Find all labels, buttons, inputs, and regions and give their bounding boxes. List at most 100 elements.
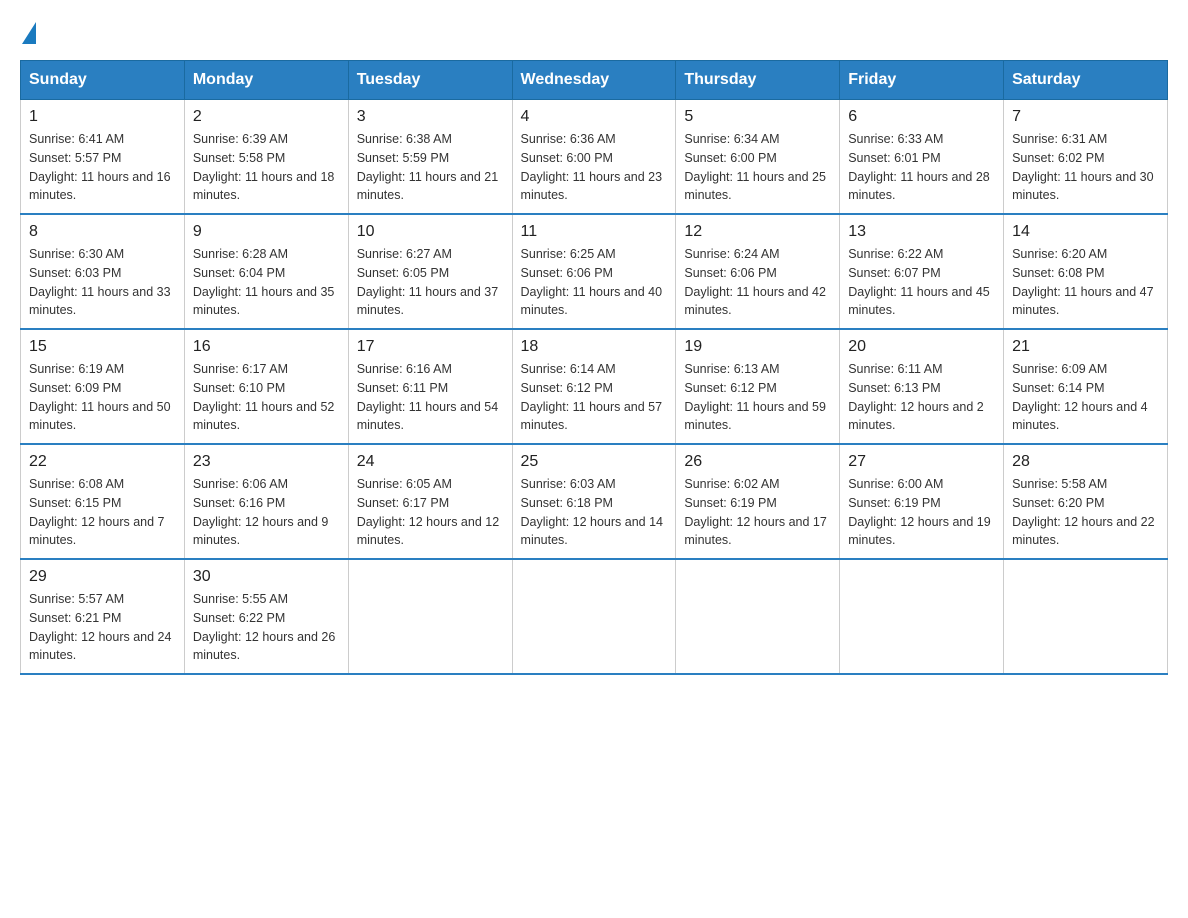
calendar-cell: 16 Sunrise: 6:17 AMSunset: 6:10 PMDaylig… — [184, 329, 348, 444]
calendar-cell: 27 Sunrise: 6:00 AMSunset: 6:19 PMDaylig… — [840, 444, 1004, 559]
calendar-cell: 19 Sunrise: 6:13 AMSunset: 6:12 PMDaylig… — [676, 329, 840, 444]
calendar-cell: 17 Sunrise: 6:16 AMSunset: 6:11 PMDaylig… — [348, 329, 512, 444]
day-info: Sunrise: 6:16 AMSunset: 6:11 PMDaylight:… — [357, 362, 499, 432]
day-info: Sunrise: 5:55 AMSunset: 6:22 PMDaylight:… — [193, 592, 335, 662]
day-info: Sunrise: 6:09 AMSunset: 6:14 PMDaylight:… — [1012, 362, 1148, 432]
day-info: Sunrise: 6:06 AMSunset: 6:16 PMDaylight:… — [193, 477, 329, 547]
calendar-cell: 23 Sunrise: 6:06 AMSunset: 6:16 PMDaylig… — [184, 444, 348, 559]
calendar-cell: 13 Sunrise: 6:22 AMSunset: 6:07 PMDaylig… — [840, 214, 1004, 329]
day-number: 10 — [357, 223, 504, 241]
calendar-cell: 4 Sunrise: 6:36 AMSunset: 6:00 PMDayligh… — [512, 100, 676, 215]
calendar-cell: 2 Sunrise: 6:39 AMSunset: 5:58 PMDayligh… — [184, 100, 348, 215]
day-info: Sunrise: 6:19 AMSunset: 6:09 PMDaylight:… — [29, 362, 171, 432]
calendar-week-row: 22 Sunrise: 6:08 AMSunset: 6:15 PMDaylig… — [21, 444, 1168, 559]
day-number: 1 — [29, 108, 176, 126]
day-info: Sunrise: 6:34 AMSunset: 6:00 PMDaylight:… — [684, 132, 826, 202]
day-number: 19 — [684, 338, 831, 356]
day-info: Sunrise: 6:39 AMSunset: 5:58 PMDaylight:… — [193, 132, 335, 202]
day-info: Sunrise: 6:24 AMSunset: 6:06 PMDaylight:… — [684, 247, 826, 317]
day-number: 27 — [848, 453, 995, 471]
day-number: 5 — [684, 108, 831, 126]
day-info: Sunrise: 6:13 AMSunset: 6:12 PMDaylight:… — [684, 362, 826, 432]
day-info: Sunrise: 6:31 AMSunset: 6:02 PMDaylight:… — [1012, 132, 1154, 202]
day-number: 8 — [29, 223, 176, 241]
page-header — [20, 20, 1168, 42]
calendar-cell: 24 Sunrise: 6:05 AMSunset: 6:17 PMDaylig… — [348, 444, 512, 559]
day-number: 15 — [29, 338, 176, 356]
day-number: 9 — [193, 223, 340, 241]
calendar-cell: 5 Sunrise: 6:34 AMSunset: 6:00 PMDayligh… — [676, 100, 840, 215]
day-info: Sunrise: 6:05 AMSunset: 6:17 PMDaylight:… — [357, 477, 499, 547]
day-number: 16 — [193, 338, 340, 356]
day-info: Sunrise: 6:27 AMSunset: 6:05 PMDaylight:… — [357, 247, 499, 317]
day-number: 17 — [357, 338, 504, 356]
calendar-week-row: 29 Sunrise: 5:57 AMSunset: 6:21 PMDaylig… — [21, 559, 1168, 674]
day-number: 11 — [521, 223, 668, 241]
calendar-week-row: 1 Sunrise: 6:41 AMSunset: 5:57 PMDayligh… — [21, 100, 1168, 215]
day-info: Sunrise: 6:33 AMSunset: 6:01 PMDaylight:… — [848, 132, 990, 202]
day-info: Sunrise: 6:14 AMSunset: 6:12 PMDaylight:… — [521, 362, 663, 432]
day-number: 29 — [29, 568, 176, 586]
day-info: Sunrise: 6:20 AMSunset: 6:08 PMDaylight:… — [1012, 247, 1154, 317]
day-info: Sunrise: 6:00 AMSunset: 6:19 PMDaylight:… — [848, 477, 990, 547]
logo-triangle-icon — [22, 22, 36, 44]
calendar-cell: 22 Sunrise: 6:08 AMSunset: 6:15 PMDaylig… — [21, 444, 185, 559]
logo — [20, 20, 36, 42]
calendar-cell: 11 Sunrise: 6:25 AMSunset: 6:06 PMDaylig… — [512, 214, 676, 329]
day-number: 14 — [1012, 223, 1159, 241]
day-info: Sunrise: 6:36 AMSunset: 6:00 PMDaylight:… — [521, 132, 663, 202]
calendar-cell: 8 Sunrise: 6:30 AMSunset: 6:03 PMDayligh… — [21, 214, 185, 329]
day-number: 28 — [1012, 453, 1159, 471]
day-number: 30 — [193, 568, 340, 586]
day-info: Sunrise: 6:41 AMSunset: 5:57 PMDaylight:… — [29, 132, 171, 202]
day-info: Sunrise: 6:30 AMSunset: 6:03 PMDaylight:… — [29, 247, 171, 317]
calendar-cell: 26 Sunrise: 6:02 AMSunset: 6:19 PMDaylig… — [676, 444, 840, 559]
day-info: Sunrise: 6:11 AMSunset: 6:13 PMDaylight:… — [848, 362, 984, 432]
day-info: Sunrise: 6:25 AMSunset: 6:06 PMDaylight:… — [521, 247, 663, 317]
day-info: Sunrise: 6:28 AMSunset: 6:04 PMDaylight:… — [193, 247, 335, 317]
calendar-cell: 30 Sunrise: 5:55 AMSunset: 6:22 PMDaylig… — [184, 559, 348, 674]
weekday-header-monday: Monday — [184, 61, 348, 100]
calendar-cell: 18 Sunrise: 6:14 AMSunset: 6:12 PMDaylig… — [512, 329, 676, 444]
calendar-cell: 15 Sunrise: 6:19 AMSunset: 6:09 PMDaylig… — [21, 329, 185, 444]
calendar-cell: 28 Sunrise: 5:58 AMSunset: 6:20 PMDaylig… — [1004, 444, 1168, 559]
calendar-week-row: 8 Sunrise: 6:30 AMSunset: 6:03 PMDayligh… — [21, 214, 1168, 329]
calendar-cell: 3 Sunrise: 6:38 AMSunset: 5:59 PMDayligh… — [348, 100, 512, 215]
day-number: 7 — [1012, 108, 1159, 126]
day-info: Sunrise: 6:02 AMSunset: 6:19 PMDaylight:… — [684, 477, 826, 547]
day-info: Sunrise: 6:38 AMSunset: 5:59 PMDaylight:… — [357, 132, 499, 202]
calendar-week-row: 15 Sunrise: 6:19 AMSunset: 6:09 PMDaylig… — [21, 329, 1168, 444]
calendar-cell: 25 Sunrise: 6:03 AMSunset: 6:18 PMDaylig… — [512, 444, 676, 559]
calendar-cell: 9 Sunrise: 6:28 AMSunset: 6:04 PMDayligh… — [184, 214, 348, 329]
calendar-cell: 21 Sunrise: 6:09 AMSunset: 6:14 PMDaylig… — [1004, 329, 1168, 444]
calendar-cell: 1 Sunrise: 6:41 AMSunset: 5:57 PMDayligh… — [21, 100, 185, 215]
calendar-cell — [676, 559, 840, 674]
day-info: Sunrise: 6:03 AMSunset: 6:18 PMDaylight:… — [521, 477, 663, 547]
day-number: 2 — [193, 108, 340, 126]
calendar-cell: 29 Sunrise: 5:57 AMSunset: 6:21 PMDaylig… — [21, 559, 185, 674]
day-number: 25 — [521, 453, 668, 471]
calendar-cell — [348, 559, 512, 674]
calendar-cell — [840, 559, 1004, 674]
weekday-header-row: SundayMondayTuesdayWednesdayThursdayFrid… — [21, 61, 1168, 100]
day-number: 3 — [357, 108, 504, 126]
calendar-cell: 14 Sunrise: 6:20 AMSunset: 6:08 PMDaylig… — [1004, 214, 1168, 329]
day-number: 21 — [1012, 338, 1159, 356]
day-info: Sunrise: 6:08 AMSunset: 6:15 PMDaylight:… — [29, 477, 165, 547]
day-number: 4 — [521, 108, 668, 126]
day-info: Sunrise: 6:17 AMSunset: 6:10 PMDaylight:… — [193, 362, 335, 432]
day-number: 12 — [684, 223, 831, 241]
day-number: 6 — [848, 108, 995, 126]
calendar-cell — [512, 559, 676, 674]
weekday-header-thursday: Thursday — [676, 61, 840, 100]
calendar-cell: 6 Sunrise: 6:33 AMSunset: 6:01 PMDayligh… — [840, 100, 1004, 215]
day-info: Sunrise: 6:22 AMSunset: 6:07 PMDaylight:… — [848, 247, 990, 317]
weekday-header-tuesday: Tuesday — [348, 61, 512, 100]
day-number: 26 — [684, 453, 831, 471]
weekday-header-saturday: Saturday — [1004, 61, 1168, 100]
calendar-cell: 7 Sunrise: 6:31 AMSunset: 6:02 PMDayligh… — [1004, 100, 1168, 215]
day-number: 20 — [848, 338, 995, 356]
calendar-table: SundayMondayTuesdayWednesdayThursdayFrid… — [20, 60, 1168, 675]
day-info: Sunrise: 5:57 AMSunset: 6:21 PMDaylight:… — [29, 592, 171, 662]
day-number: 23 — [193, 453, 340, 471]
